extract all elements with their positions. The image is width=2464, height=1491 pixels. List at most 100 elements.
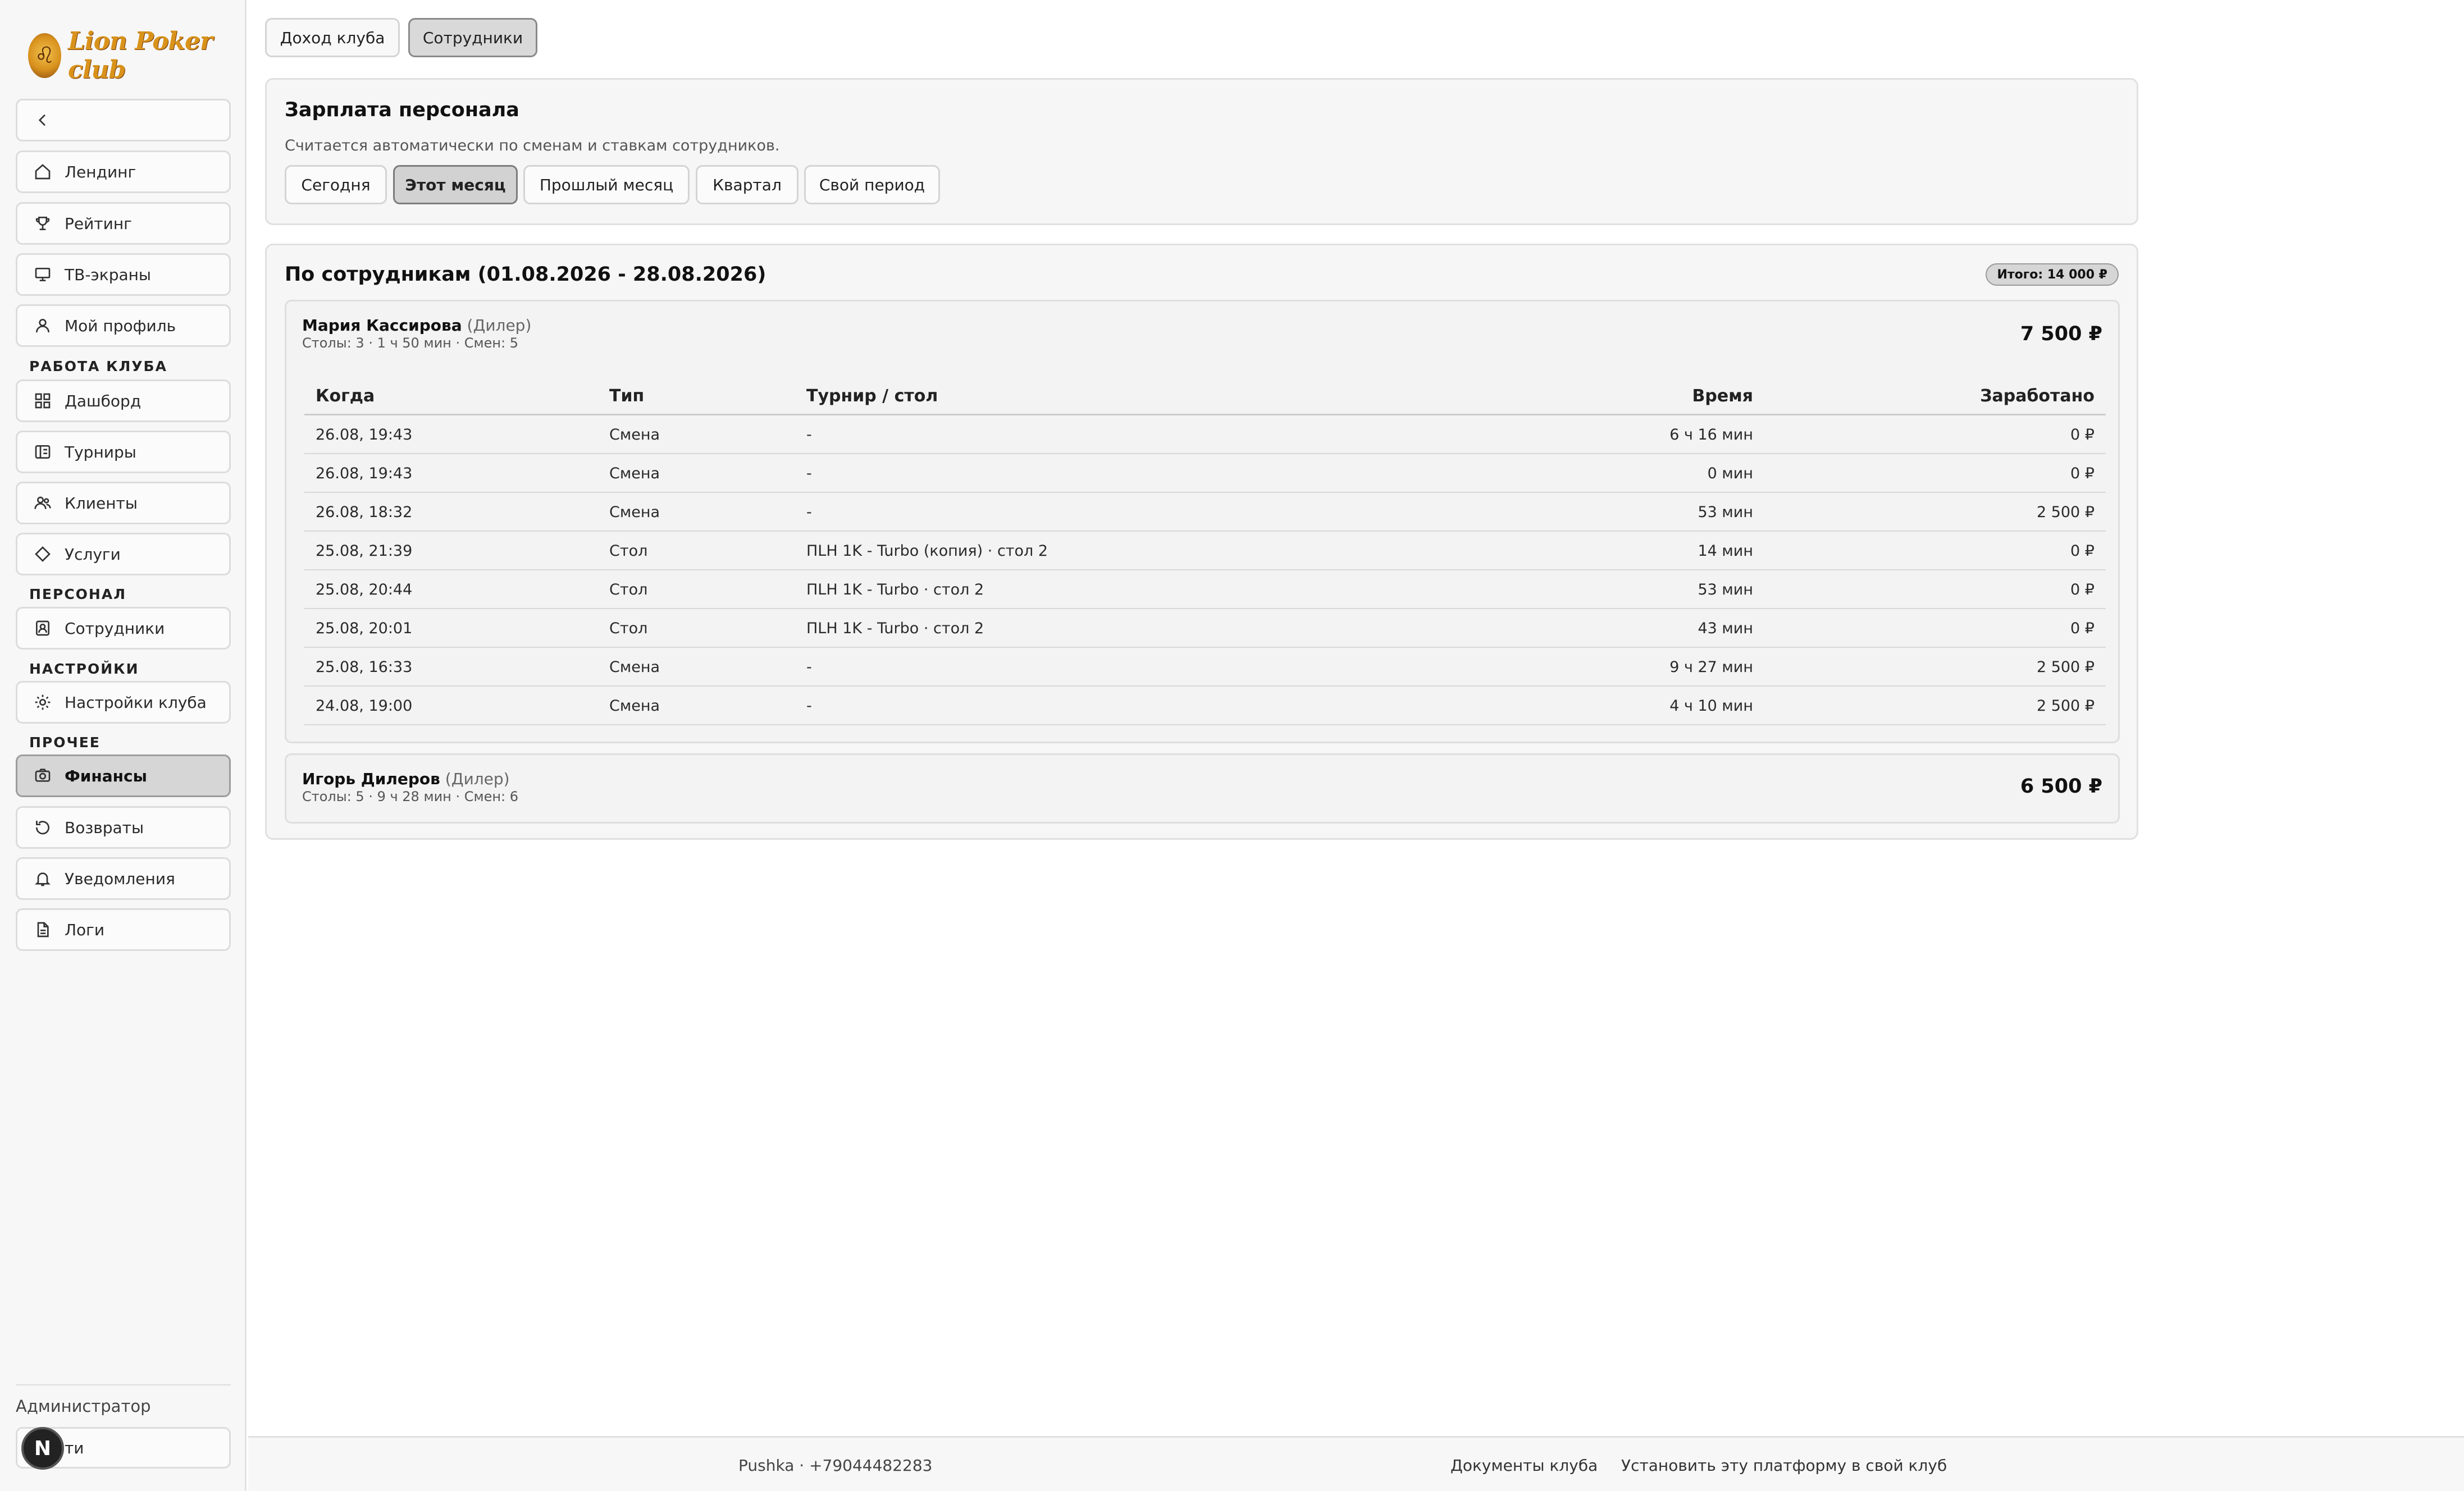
cell-tournament: ПLH 1K - Turbo · стол 2 — [806, 620, 984, 637]
avatar[interactable]: N — [21, 1427, 64, 1470]
footer-contact: Pushka · +79044482283 — [738, 1456, 933, 1475]
sidebar-item-tournaments[interactable]: Турниры — [16, 431, 231, 473]
period-label: Сегодня — [301, 175, 371, 194]
cell-tournament: - — [806, 658, 812, 676]
monitor-icon — [33, 265, 52, 284]
table-row: 25.08, 21:39 Стол ПLH 1K - Turbo (копия)… — [304, 532, 2106, 570]
club-logo[interactable]: ♌ Lion Poker club — [28, 27, 245, 84]
user-icon — [33, 316, 52, 335]
cell-type: Стол — [609, 581, 648, 598]
cell-tournament: - — [806, 697, 812, 715]
cell-tournament: ПLH 1K - Turbo (копия) · стол 2 — [806, 542, 1048, 560]
column-earned: Заработано — [1980, 386, 2095, 406]
period-quarter-button[interactable]: Квартал — [696, 165, 798, 204]
cell-type: Стол — [609, 620, 648, 637]
cell-when: 26.08, 19:43 — [316, 465, 413, 482]
period-label: Свой период — [819, 175, 925, 194]
bell-icon — [33, 869, 52, 888]
refresh-icon — [33, 818, 52, 837]
sidebar-item-dashboard[interactable]: Дашборд — [16, 379, 231, 422]
table-row: 25.08, 20:44 Стол ПLH 1K - Turbo · стол … — [304, 570, 2106, 609]
cell-time: 0 мин — [1707, 465, 1753, 482]
user-role-label: Администратор — [16, 1397, 151, 1416]
sidebar-item-logs[interactable]: Логи — [16, 908, 231, 951]
sidebar-item-label: Клиенты — [65, 493, 138, 513]
employee-meta: Столы: 3 · 1 ч 50 мин · Смен: 5 — [302, 335, 519, 351]
employee-amount: 7 500 ₽ — [2020, 323, 2102, 345]
employee-meta: Столы: 5 · 9 ч 28 мин · Смен: 6 — [302, 789, 519, 804]
table-row: 24.08, 19:00 Смена - 4 ч 10 мин 2 500 ₽ — [304, 687, 2106, 725]
sidebar-item-label: ТВ-экраны — [65, 265, 152, 284]
column-tournament: Турнир / стол — [806, 386, 938, 406]
tab-label: Сотрудники — [422, 28, 523, 47]
cell-earned: 2 500 ₽ — [2036, 697, 2095, 715]
salary-subtitle: Считается автоматически по сменам и став… — [285, 137, 780, 154]
collapse-sidebar-button[interactable] — [16, 99, 231, 141]
employee-name: Игорь Дилеров (Дилер) — [302, 770, 510, 788]
sidebar-item-club-settings[interactable]: Настройки клуба — [16, 681, 231, 724]
section-label-staff: ПЕРСОНАЛ — [29, 586, 126, 602]
sidebar-item-refunds[interactable]: Возвраты — [16, 806, 231, 849]
trophy-icon — [33, 214, 52, 233]
sidebar-item-label: Настройки клуба — [65, 693, 207, 712]
cell-when: 26.08, 18:32 — [316, 504, 413, 521]
table-row: 26.08, 19:43 Смена - 6 ч 16 мин 0 ₽ — [304, 415, 2106, 454]
camera-icon — [33, 766, 52, 785]
period-custom-button[interactable]: Свой период — [804, 165, 940, 204]
sidebar-item-rating[interactable]: Рейтинг — [16, 202, 231, 245]
period-label: Прошлый месяц — [539, 175, 674, 194]
cell-earned: 2 500 ₽ — [2036, 658, 2095, 676]
sidebar-item-clients[interactable]: Клиенты — [16, 482, 231, 524]
grid-icon — [33, 391, 52, 410]
period-last-month-button[interactable]: Прошлый месяц — [523, 165, 690, 204]
sidebar-item-staff[interactable]: Сотрудники — [16, 607, 231, 650]
sidebar-item-tv[interactable]: ТВ-экраны — [16, 253, 231, 296]
sidebar-item-finance[interactable]: Финансы — [16, 754, 231, 797]
cell-type: Стол — [609, 542, 648, 560]
logout-label: ти — [65, 1438, 84, 1457]
cell-when: 24.08, 19:00 — [316, 697, 413, 715]
cell-time: 6 ч 16 мин — [1669, 426, 1753, 443]
cell-time: 53 мин — [1698, 504, 1753, 521]
section-label-settings: НАСТРОЙКИ — [29, 661, 139, 677]
period-this-month-button[interactable]: Этот месяц — [393, 165, 518, 204]
employee-card-maria[interactable]: Мария Кассирова (Дилер) Столы: 3 · 1 ч 5… — [285, 300, 2120, 743]
period-today-button[interactable]: Сегодня — [285, 165, 387, 204]
table-row: 26.08, 18:32 Смена - 53 мин 2 500 ₽ — [304, 493, 2106, 532]
cell-time: 53 мин — [1698, 581, 1753, 598]
tab-staff[interactable]: Сотрудники — [408, 18, 537, 57]
document-icon — [33, 920, 52, 939]
sidebar-item-services[interactable]: Услуги — [16, 533, 231, 575]
footer-docs-link[interactable]: Документы клуба — [1450, 1438, 1598, 1491]
sidebar-item-profile[interactable]: Мой профиль — [16, 304, 231, 347]
home-icon — [33, 162, 52, 181]
tab-club-income[interactable]: Доход клуба — [265, 18, 400, 57]
sidebar-item-notifications[interactable]: Уведомления — [16, 857, 231, 900]
section-label-club: РАБОТА КЛУБА — [29, 358, 167, 374]
salary-title: Зарплата персонала — [285, 99, 519, 121]
footer-install-link[interactable]: Установить эту платформу в свой клуб — [1621, 1438, 1947, 1491]
column-time: Время — [1692, 386, 1753, 406]
cell-time: 9 ч 27 мин — [1669, 658, 1753, 676]
sidebar-item-landing[interactable]: Лендинг — [16, 150, 231, 193]
salary-card: Зарплата персонала Считается автоматичес… — [265, 78, 2138, 225]
table-header: Когда Тип Турнир / стол Время Заработано — [304, 377, 2106, 415]
cell-tournament: - — [806, 504, 812, 521]
sidebar-item-label: Лендинг — [65, 162, 136, 181]
section-label-other: ПРОЧЕЕ — [29, 734, 101, 751]
table-row: 25.08, 20:01 Стол ПLH 1K - Turbo · стол … — [304, 609, 2106, 648]
sidebar-item-label: Логи — [65, 920, 105, 939]
cell-earned: 0 ₽ — [2070, 581, 2095, 598]
by-staff-card: По сотрудникам (01.08.2026 - 28.08.2026)… — [265, 244, 2138, 840]
column-type: Тип — [609, 386, 645, 406]
sidebar-item-label: Услуги — [65, 545, 121, 564]
employee-name: Мария Кассирова (Дилер) — [302, 316, 532, 335]
sidebar-item-label: Мой профиль — [65, 316, 176, 335]
cell-earned: 2 500 ₽ — [2036, 504, 2095, 521]
sidebar-item-label: Уведомления — [65, 869, 175, 888]
gear-icon — [33, 693, 52, 712]
chevron-left-icon — [33, 111, 52, 130]
sidebar-item-label: Рейтинг — [65, 214, 132, 233]
cell-time: 4 ч 10 мин — [1669, 697, 1753, 715]
employee-card-igor[interactable]: Игорь Дилеров (Дилер) Столы: 5 · 9 ч 28 … — [285, 753, 2120, 824]
